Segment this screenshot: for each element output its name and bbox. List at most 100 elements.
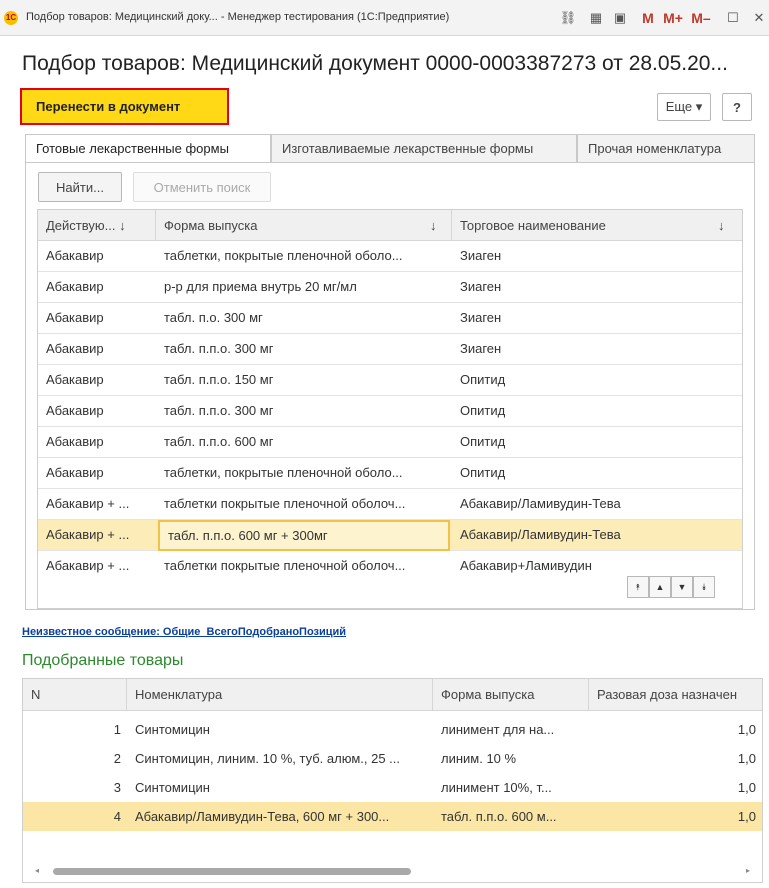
- cell-trade-name: Зиаген: [460, 248, 502, 263]
- message-link[interactable]: Неизвестное сообщение: Общие_ВсегоПодобр…: [22, 626, 346, 638]
- table-row[interactable]: 3 Синтомицин линимент 10%, т... 1,0: [23, 773, 762, 802]
- help-button[interactable]: ?: [722, 93, 752, 121]
- tab-other-nomenclature[interactable]: Прочая номенклатура: [577, 134, 755, 163]
- table-row[interactable]: Абакавир таблетки, покрытые пленочной об…: [38, 241, 742, 272]
- cell-substance: Абакавир: [46, 403, 104, 418]
- memory-minus-button[interactable]: M–: [688, 8, 714, 28]
- cell-single-dose: 1,0: [737, 809, 756, 824]
- table-row[interactable]: Абакавир табл. п.о. 300 мг Зиаген: [38, 303, 742, 334]
- picked-goods-table[interactable]: N Номенклатура Форма выпуска Разовая доз…: [22, 678, 763, 883]
- products-table[interactable]: Действую... ↓ Форма выпуска ↓ Торговое н…: [37, 209, 743, 609]
- go-first-icon[interactable]: ⯭: [627, 576, 649, 598]
- go-up-icon[interactable]: ▲: [649, 576, 671, 598]
- cell-trade-name: Абакавир/Ламивудин-Тева: [460, 496, 621, 511]
- cell-number: 3: [113, 780, 121, 795]
- page-title: Подбор товаров: Медицинский документ 000…: [22, 52, 728, 75]
- transfer-to-document-button[interactable]: Перенести в документ: [20, 88, 229, 125]
- table-row-selected[interactable]: 4 Абакавир/Ламивудин-Тева, 600 мг + 300.…: [23, 802, 762, 831]
- cell-form: таблетки, покрытые пленочной оболо...: [164, 465, 403, 480]
- cell-nomenclature: Синтомицин: [135, 780, 210, 795]
- section-title-picked-goods: Подобранные товары: [22, 652, 184, 669]
- cell-nomenclature: Абакавир/Ламивудин-Тева, 600 мг + 300...: [135, 809, 390, 824]
- column-header-active-substance[interactable]: Действую... ↓: [38, 210, 156, 241]
- cell-form: табл. п.п.о. 150 мг: [164, 372, 274, 387]
- cell-trade-name: Опитид: [460, 465, 506, 480]
- cell-release-form: линимент для на...: [441, 722, 555, 737]
- cell-single-dose: 1,0: [737, 722, 756, 737]
- table-row[interactable]: 2 Синтомицин, линим. 10 %, туб. алюм., 2…: [23, 744, 762, 773]
- cell-number: 4: [113, 809, 121, 824]
- scroll-right-icon[interactable]: ▸: [746, 866, 750, 875]
- horizontal-scrollbar[interactable]: ◂ ▸: [35, 866, 750, 876]
- window-title: Подбор товаров: Медицинский доку... - Ме…: [26, 11, 450, 23]
- sort-arrow-icon: ↓: [430, 218, 437, 233]
- table-row-selected[interactable]: Абакавир + ... табл. п.п.о. 600 мг + 300…: [38, 520, 742, 551]
- tab-manufactured-forms[interactable]: Изготавливаемые лекарственные формы: [271, 134, 577, 163]
- cell-trade-name: Зиаген: [460, 279, 502, 294]
- table-row[interactable]: Абакавир таблетки, покрытые пленочной об…: [38, 458, 742, 489]
- sort-arrow-icon: ↓: [718, 218, 725, 233]
- more-button[interactable]: Еще ▾: [657, 93, 711, 121]
- cell-substance: Абакавир: [46, 434, 104, 449]
- maximize-icon[interactable]: ☐: [724, 8, 742, 28]
- cell-substance: Абакавир: [46, 248, 104, 263]
- cell-trade-name: Опитид: [460, 434, 506, 449]
- table-row[interactable]: Абакавир табл. п.п.о. 300 мг Опитид: [38, 396, 742, 427]
- cell-number: 2: [113, 751, 121, 766]
- cell-release-form: табл. п.п.о. 600 м...: [441, 809, 557, 824]
- table-row[interactable]: Абакавир р-р для приема внутрь 20 мг/мл …: [38, 272, 742, 303]
- cell-substance: Абакавир + ...: [46, 496, 130, 511]
- go-last-icon[interactable]: ⯯: [693, 576, 715, 598]
- column-header-nomenclature[interactable]: Номенклатура: [127, 679, 433, 711]
- find-button[interactable]: Найти...: [38, 172, 122, 202]
- cell-form: табл. п.п.о. 600 мг: [164, 434, 274, 449]
- column-header-release-form[interactable]: Форма выпуска: [433, 679, 589, 711]
- calculator-icon[interactable]: ▦: [586, 8, 606, 28]
- memory-m-button[interactable]: M: [640, 8, 656, 28]
- cell-release-form: линимент 10%, т...: [441, 780, 552, 795]
- calendar-icon[interactable]: ▣: [610, 8, 630, 28]
- cell-trade-name: Опитид: [460, 403, 506, 418]
- column-header-single-dose[interactable]: Разовая доза назначен: [589, 679, 762, 711]
- table-row[interactable]: Абакавир табл. п.п.о. 600 мг Опитид: [38, 427, 742, 458]
- table-row[interactable]: 1 Синтомицин линимент для на... 1,0: [23, 715, 762, 744]
- cell-form: табл. п.п.о. 300 мг: [164, 403, 274, 418]
- cell-substance: Абакавир: [46, 310, 104, 325]
- scroll-left-icon[interactable]: ◂: [35, 866, 39, 875]
- cell-form: табл. п.п.о. 300 мг: [164, 341, 274, 356]
- cell-form: таблетки покрытые пленочной оболоч...: [164, 496, 406, 511]
- close-icon[interactable]: ✕: [750, 8, 768, 28]
- cell-form: таблетки покрытые пленочной оболоч...: [164, 558, 406, 573]
- table-header: Действую... ↓ Форма выпуска ↓ Торговое н…: [38, 210, 742, 241]
- tab-ready-forms[interactable]: Готовые лекарственные формы: [25, 134, 271, 163]
- go-down-icon[interactable]: ▼: [671, 576, 693, 598]
- cell-single-dose: 1,0: [737, 780, 756, 795]
- cell-release-form: линим. 10 %: [441, 751, 517, 766]
- cell-substance: Абакавир: [46, 279, 104, 294]
- cell-single-dose: 1,0: [737, 751, 756, 766]
- cell-substance: Абакавир + ...: [46, 558, 130, 573]
- column-header-trade-name[interactable]: Торговое наименование: [452, 210, 742, 241]
- table-row[interactable]: Абакавир табл. п.п.о. 150 мг Опитид: [38, 365, 742, 396]
- memory-plus-button[interactable]: M+: [660, 8, 686, 28]
- cell-substance: Абакавир: [46, 465, 104, 480]
- cell-form: табл. п.о. 300 мг: [164, 310, 263, 325]
- window-titlebar: 1С Подбор товаров: Медицинский доку... -…: [0, 0, 769, 36]
- table-row[interactable]: Абакавир + ... таблетки покрытые пленочн…: [38, 489, 742, 520]
- cell-form-focused[interactable]: табл. п.п.о. 600 мг + 300мг: [158, 520, 450, 551]
- cell-number: 1: [113, 722, 121, 737]
- table-row[interactable]: Абакавир табл. п.п.о. 300 мг Зиаген: [38, 334, 742, 365]
- column-header-release-form[interactable]: Форма выпуска: [156, 210, 452, 241]
- table-header: N Номенклатура Форма выпуска Разовая доз…: [23, 679, 762, 711]
- cell-substance: Абакавир: [46, 341, 104, 356]
- cell-nomenclature: Синтомицин, линим. 10 %, туб. алюм., 25 …: [135, 751, 400, 766]
- cell-form: таблетки, покрытые пленочной оболо...: [164, 248, 403, 263]
- column-header-number[interactable]: N: [23, 679, 127, 711]
- link-icon[interactable]: ⛓: [558, 8, 578, 28]
- cell-nomenclature: Синтомицин: [135, 722, 210, 737]
- cancel-search-button[interactable]: Отменить поиск: [133, 172, 271, 202]
- cell-form: р-р для приема внутрь 20 мг/мл: [164, 279, 357, 294]
- cell-trade-name: Зиаген: [460, 310, 502, 325]
- scrollbar-thumb[interactable]: [53, 868, 411, 875]
- cell-trade-name: Абакавир/Ламивудин-Тева: [460, 527, 621, 542]
